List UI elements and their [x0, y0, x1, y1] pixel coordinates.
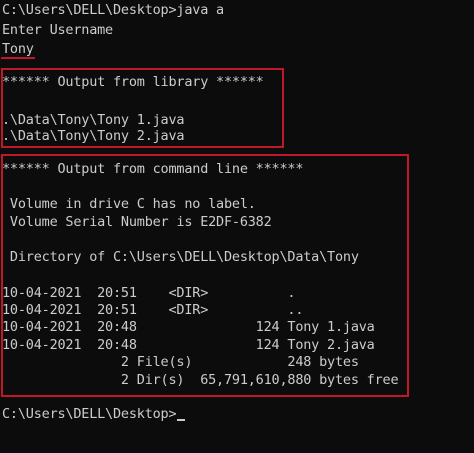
text-cursor [177, 419, 186, 421]
volume-label-line: Volume in drive C has no label. [2, 196, 256, 212]
dirs-summary: 2 Dir(s) 65,791,610,880 bytes free [2, 372, 399, 388]
dir-entry: 10-04-2021 20:51 <DIR> . [2, 285, 296, 301]
command-line: C:\Users\DELL\Desktop>java a [2, 2, 224, 18]
username-underline [1, 57, 35, 59]
library-output-line: .\Data\Tony\Tony 2.java [2, 128, 185, 144]
username-input[interactable]: Tony [2, 40, 34, 58]
command-output-header: ****** Output from command line ****** [2, 161, 304, 177]
files-summary: 2 File(s) 248 bytes [2, 354, 359, 370]
library-output-header: ****** Output from library ****** [2, 74, 264, 90]
terminal-window[interactable]: C:\Users\DELL\Desktop>java a Enter Usern… [0, 0, 474, 453]
directory-of-line: Directory of C:\Users\DELL\Desktop\Data\… [2, 249, 359, 265]
username-prompt: Enter Username [2, 22, 113, 38]
final-prompt: C:\Users\DELL\Desktop> [2, 406, 177, 422]
dir-entry: 10-04-2021 20:48 124 Tony 2.java [2, 337, 375, 353]
volume-serial-line: Volume Serial Number is E2DF-6382 [2, 214, 272, 230]
dir-entry: 10-04-2021 20:51 <DIR> .. [2, 302, 304, 318]
final-prompt-line[interactable]: C:\Users\DELL\Desktop> [2, 405, 186, 423]
dir-entry: 10-04-2021 20:48 124 Tony 1.java [2, 319, 375, 335]
